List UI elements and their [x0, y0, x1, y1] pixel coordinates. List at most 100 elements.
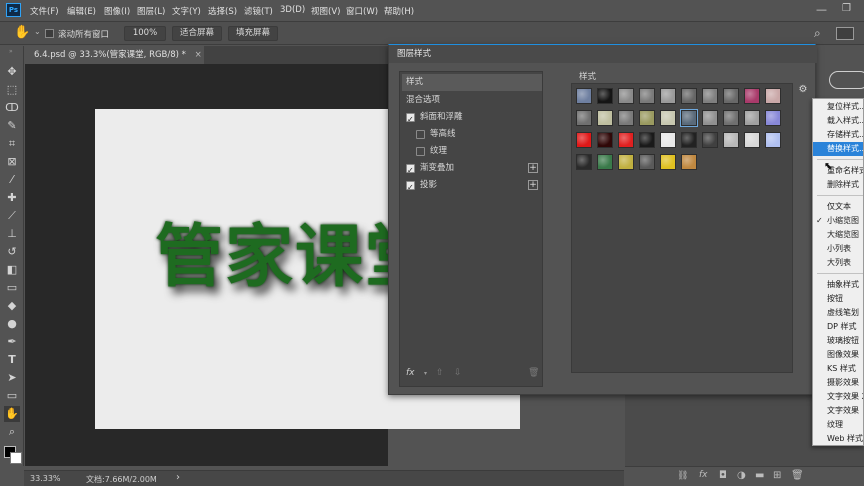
popup-menu-item[interactable]: 抽象样式	[813, 278, 863, 292]
style-swatch[interactable]	[765, 88, 781, 104]
zoom-tool-icon[interactable]: ⌕	[4, 424, 20, 440]
minimize-icon[interactable]: —	[816, 3, 827, 16]
adjustment-icon[interactable]: ◑	[737, 470, 746, 481]
popup-menu-item[interactable]: 玻璃按钮	[813, 334, 863, 348]
delete-effect-icon[interactable]: 🗑	[528, 368, 539, 378]
move-up-icon[interactable]: ⇧	[436, 368, 444, 378]
style-swatch[interactable]	[723, 110, 739, 126]
style-swatch[interactable]	[702, 132, 718, 148]
style-swatch[interactable]	[723, 88, 739, 104]
effect-checkbox[interactable]	[406, 162, 415, 179]
style-swatch[interactable]	[765, 110, 781, 126]
restore-icon[interactable]: ❐	[842, 3, 851, 14]
quick-select-tool-icon[interactable]: ✎	[4, 118, 20, 134]
style-swatch[interactable]	[744, 132, 760, 148]
styles-header[interactable]: 样式	[402, 74, 542, 91]
style-swatch[interactable]	[618, 154, 634, 170]
chevron-down-icon[interactable]: ⌄	[34, 27, 41, 36]
ok-button[interactable]	[829, 71, 864, 89]
eraser-tool-icon[interactable]: ◧	[4, 262, 20, 278]
style-swatch[interactable]	[702, 88, 718, 104]
move-tool-icon[interactable]: ✥	[4, 64, 20, 80]
popup-menu-item[interactable]: 文字效果	[813, 404, 863, 418]
effect-row[interactable]: 投影 +	[402, 177, 542, 196]
style-swatch[interactable]	[744, 110, 760, 126]
menu-view[interactable]: 视图(V)	[311, 5, 340, 17]
effect-row[interactable]: 纹理	[402, 143, 542, 160]
workspace-icon[interactable]	[836, 27, 854, 40]
effect-row[interactable]: 等高线	[402, 126, 542, 143]
search-icon[interactable]: ⌕	[814, 26, 821, 41]
style-swatch[interactable]	[639, 88, 655, 104]
new-layer-icon[interactable]: ⊞	[773, 470, 781, 481]
menu-type[interactable]: 文字(Y)	[172, 5, 201, 17]
style-swatch[interactable]	[576, 110, 592, 126]
gradient-tool-icon[interactable]: ▭	[4, 280, 20, 296]
popup-menu-item[interactable]: KS 样式	[813, 362, 863, 376]
style-swatch[interactable]	[765, 132, 781, 148]
background-color-swatch[interactable]	[10, 452, 22, 464]
style-swatch[interactable]	[639, 110, 655, 126]
popup-menu-item[interactable]: Web 样式	[813, 432, 863, 445]
document-tab[interactable]: 6.4.psd @ 33.3%(管家课堂, RGB/8) * ×	[24, 46, 204, 64]
rectangle-tool-icon[interactable]: ▭	[4, 388, 20, 404]
stamp-tool-icon[interactable]: ⊥	[4, 226, 20, 242]
trash-icon[interactable]: 🗑	[791, 470, 804, 481]
zoom-100-button[interactable]: 100%	[124, 26, 166, 41]
move-down-icon[interactable]: ⇩	[454, 368, 462, 378]
menu-window[interactable]: 窗口(W)	[346, 5, 378, 17]
style-swatch[interactable]	[576, 88, 592, 104]
popup-menu-item[interactable]: 存储样式...	[813, 128, 863, 142]
marquee-tool-icon[interactable]: ⬚	[4, 82, 20, 98]
mask-icon[interactable]: ◘	[719, 470, 727, 481]
popup-menu-item[interactable]: 载入样式...	[813, 114, 863, 128]
style-swatch[interactable]	[618, 110, 634, 126]
dodge-tool-icon[interactable]: ●	[4, 316, 20, 332]
gear-icon[interactable]: ⚙	[797, 84, 809, 96]
eyedropper-tool-icon[interactable]: ⁄	[4, 172, 20, 188]
style-swatch[interactable]	[702, 110, 718, 126]
style-swatch[interactable]	[744, 88, 760, 104]
style-swatch[interactable]	[597, 132, 613, 148]
style-swatch[interactable]	[618, 132, 634, 148]
style-swatch[interactable]	[639, 154, 655, 170]
frame-tool-icon[interactable]: ⊠	[4, 154, 20, 170]
fx-icon[interactable]: fx	[699, 470, 708, 480]
effect-checkbox[interactable]	[416, 130, 425, 139]
menu-file[interactable]: 文件(F)	[30, 5, 59, 17]
lasso-tool-icon[interactable]: ↀ	[4, 100, 20, 116]
style-swatch[interactable]	[618, 88, 634, 104]
menu-image[interactable]: 图像(I)	[104, 5, 130, 17]
popup-menu-item[interactable]: 大列表	[813, 256, 863, 270]
popup-menu-item[interactable]: DP 样式	[813, 320, 863, 334]
menu-filter[interactable]: 滤镜(T)	[244, 5, 273, 17]
style-swatch[interactable]	[723, 132, 739, 148]
menu-select[interactable]: 选择(S)	[208, 5, 237, 17]
blending-options[interactable]: 混合选项	[402, 92, 542, 109]
popup-menu-item[interactable]: 删除样式	[813, 178, 863, 192]
hand-tool-icon[interactable]: ✋	[4, 406, 20, 422]
popup-menu-item[interactable]: 重命名样式...	[813, 164, 863, 178]
type-tool-icon[interactable]: T	[4, 352, 20, 368]
style-swatch[interactable]	[576, 132, 592, 148]
style-swatch[interactable]	[597, 110, 613, 126]
effect-checkbox[interactable]	[416, 147, 425, 156]
add-effect-icon[interactable]: +	[528, 163, 538, 173]
style-swatch[interactable]	[681, 88, 697, 104]
menu-edit[interactable]: 编辑(E)	[67, 5, 96, 17]
popup-menu-item[interactable]: 仅文本	[813, 200, 863, 214]
style-swatch[interactable]	[660, 110, 676, 126]
popup-menu-item[interactable]: 小列表	[813, 242, 863, 256]
popup-menu-item[interactable]: 虚线笔划	[813, 306, 863, 320]
menu-3d[interactable]: 3D(D)	[280, 5, 305, 15]
zoom-level[interactable]: 33.33%	[30, 474, 61, 483]
effect-row[interactable]: 渐变叠加 +	[402, 160, 542, 179]
crop-tool-icon[interactable]: ⌗	[4, 136, 20, 152]
popup-menu-item[interactable]: 摄影效果	[813, 376, 863, 390]
style-swatch[interactable]	[576, 154, 592, 170]
popup-menu-item[interactable]: 按钮	[813, 292, 863, 306]
effect-checkbox[interactable]	[406, 111, 415, 128]
style-swatch[interactable]	[681, 132, 697, 148]
pen-tool-icon[interactable]: ✒	[4, 334, 20, 350]
popup-menu-item[interactable]: 复位样式...	[813, 100, 863, 114]
